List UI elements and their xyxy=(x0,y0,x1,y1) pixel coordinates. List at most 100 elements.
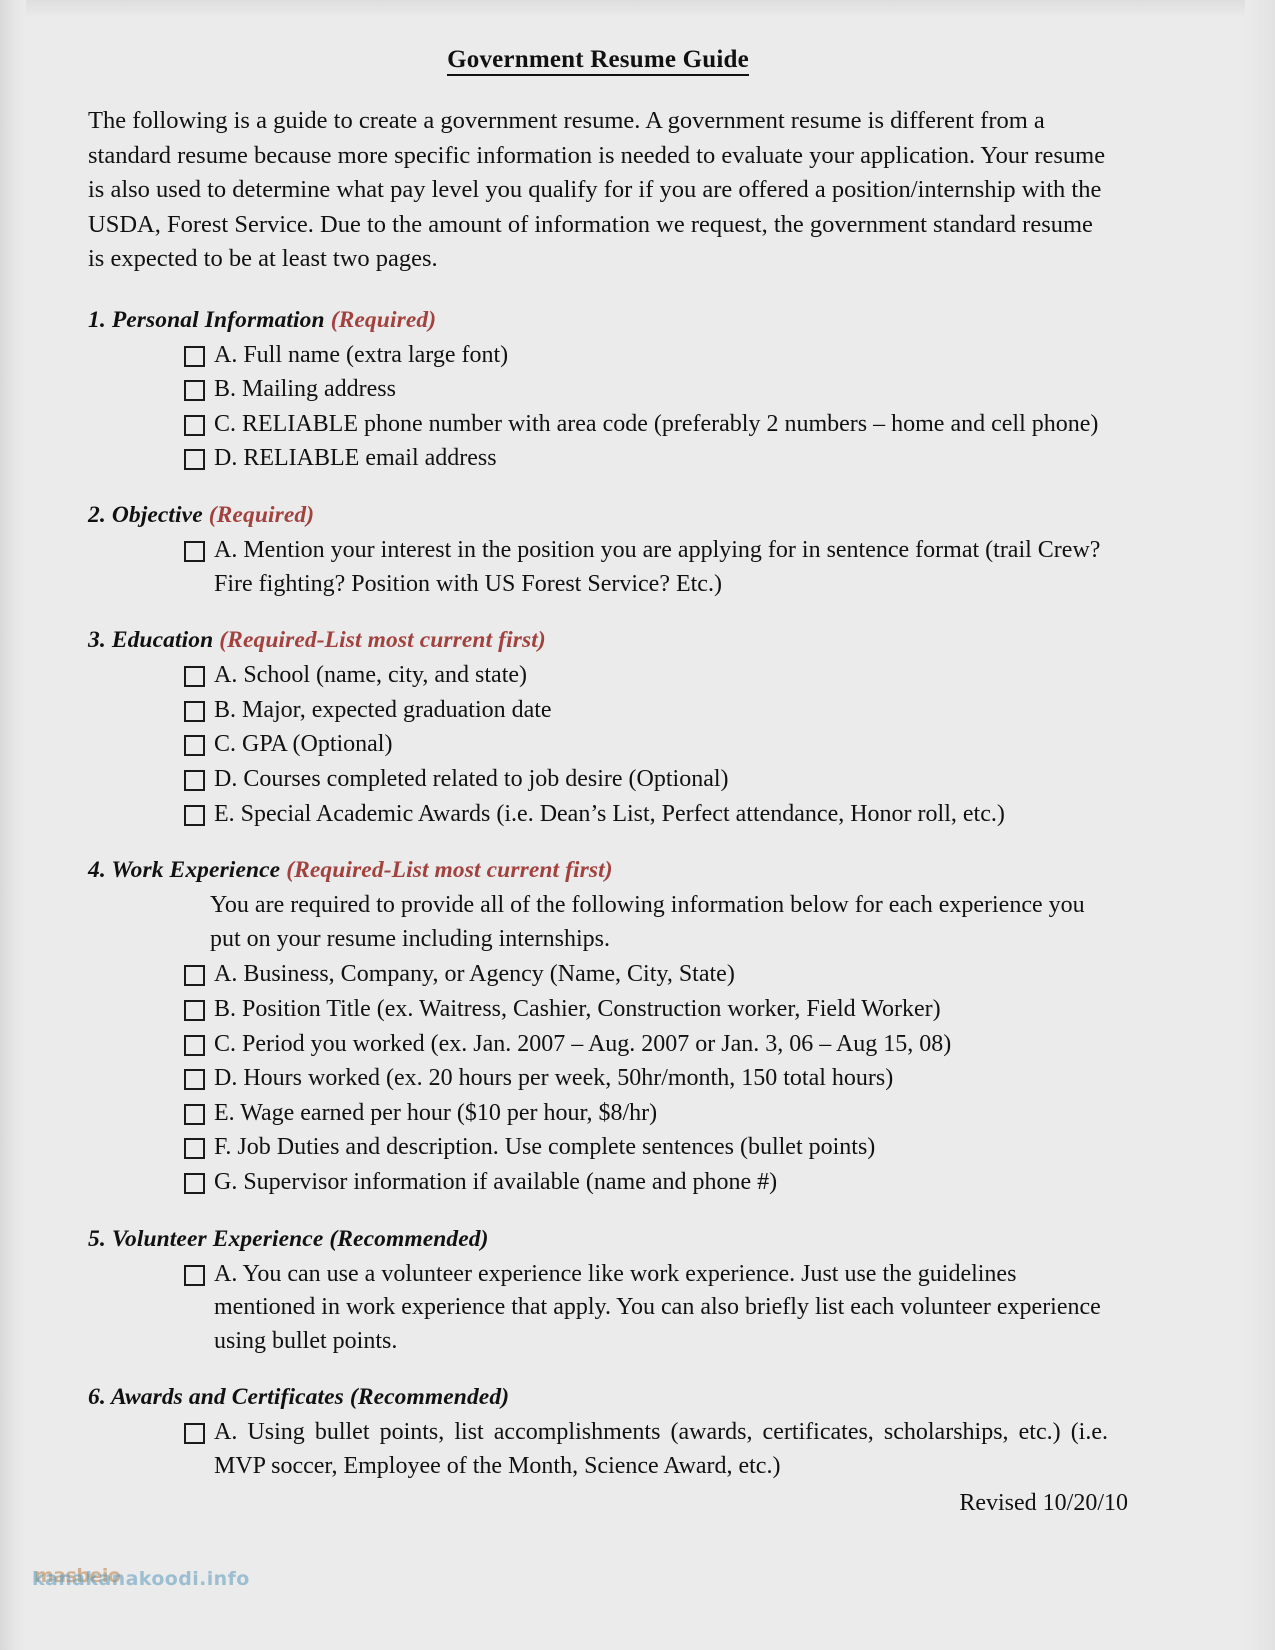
checkbox-icon[interactable] xyxy=(184,700,205,722)
checklist-item-label: E. Wage earned per hour ($10 per hour, $… xyxy=(214,1099,658,1126)
checklist-item[interactable]: A. Full name (extra large font) xyxy=(88,339,1108,373)
checklist-item-label: A. Mention your interest in the position… xyxy=(214,537,1101,597)
section-heading: 6. Awards and Certificates (Recommended) xyxy=(88,1384,1108,1411)
checklist: A. Using bullet points, list accomplishm… xyxy=(88,1416,1108,1483)
checklist-item-label: D. Hours worked (ex. 20 hours per week, … xyxy=(214,1065,894,1092)
checklist-item-label: F. Job Duties and description. Use compl… xyxy=(214,1134,876,1161)
checkbox-icon[interactable] xyxy=(184,1423,205,1445)
page-right-shading xyxy=(1245,0,1275,1650)
checkbox-icon[interactable] xyxy=(184,449,205,471)
section-heading: 5. Volunteer Experience (Recommended) xyxy=(88,1226,1108,1253)
section-title: Education xyxy=(111,627,214,654)
checklist-item-label: C. RELIABLE phone number with area code … xyxy=(214,410,1099,437)
section-qualifier: (Recommended) xyxy=(349,1384,510,1411)
checkbox-icon[interactable] xyxy=(184,380,205,402)
checklist-item-label: E. Special Academic Awards (i.e. Dean’s … xyxy=(214,800,1005,827)
checklist-item[interactable]: E. Special Academic Awards (i.e. Dean’s … xyxy=(88,798,1108,832)
checklist-item[interactable]: C. RELIABLE phone number with area code … xyxy=(88,408,1108,442)
checkbox-icon[interactable] xyxy=(184,770,205,791)
section: 3. Education (Required-List most current… xyxy=(88,627,1108,831)
section-heading: 3. Education (Required-List most current… xyxy=(88,627,1108,654)
checklist-item[interactable]: A. Mention your interest in the position… xyxy=(88,534,1108,601)
section-number: 5. xyxy=(88,1225,106,1252)
checklist-item-label: C. Period you worked (ex. Jan. 2007 – Au… xyxy=(214,1030,952,1057)
checkbox-icon[interactable] xyxy=(184,965,205,987)
checklist-item[interactable]: B. Major, expected graduation date xyxy=(88,694,1108,728)
section-heading: 4. Work Experience (Required-List most c… xyxy=(88,857,1108,884)
checkbox-icon[interactable] xyxy=(184,999,205,1021)
checklist-item[interactable]: C. Period you worked (ex. Jan. 2007 – Au… xyxy=(88,1028,1108,1062)
section: 5. Volunteer Experience (Recommended) A. … xyxy=(88,1226,1108,1359)
section-qualifier: (Required) xyxy=(208,502,315,529)
section-title: Awards and Certificates xyxy=(110,1384,344,1411)
page-title: Government Resume Guide xyxy=(88,46,1108,76)
checkbox-icon[interactable] xyxy=(184,345,205,367)
intro-paragraph: The following is a guide to create a gov… xyxy=(88,107,1106,273)
checklist-item-label: A. You can use a volunteer experience li… xyxy=(214,1260,1101,1354)
checklist-item-label: A. Full name (extra large font) xyxy=(214,341,509,368)
page-title-text: Government Resume Guide xyxy=(447,46,749,76)
section-number: 3. xyxy=(88,627,106,654)
section-title: Volunteer Experience xyxy=(111,1225,324,1252)
document-body: Government Resume Guide The following is… xyxy=(88,46,1108,1510)
page-left-shading xyxy=(0,0,26,1650)
checklist-item[interactable]: A. Using bullet points, list accomplishm… xyxy=(88,1416,1108,1483)
section-title: Work Experience xyxy=(111,857,281,884)
section-title: Objective xyxy=(111,502,203,529)
checklist-item-label: D. Courses completed related to job desi… xyxy=(214,766,729,792)
checklist-item[interactable]: D. Hours worked (ex. 20 hours per week, … xyxy=(88,1062,1108,1096)
section-qualifier: (Recommended) xyxy=(329,1225,489,1252)
checkbox-icon[interactable] xyxy=(184,1172,205,1194)
checklist-item[interactable]: B. Position Title (ex. Waitress, Cashier… xyxy=(88,993,1108,1027)
watermark-text-a: masbeio xyxy=(34,1565,121,1587)
checklist-item-label: B. Mailing address xyxy=(214,376,396,403)
checklist-item-label: B. Major, expected graduation date xyxy=(214,696,552,723)
checkbox-icon[interactable] xyxy=(184,666,205,688)
section-number: 6. xyxy=(88,1384,106,1411)
section-number: 1. xyxy=(88,306,106,333)
scan-watermark: masbeio kanakanakoodi.info xyxy=(32,1562,332,1602)
checkbox-icon[interactable] xyxy=(184,804,205,826)
checklist-item[interactable]: G. Supervisor information if available (… xyxy=(88,1166,1108,1200)
section-heading: 1. Personal Information (Required) xyxy=(88,307,1108,334)
section-note: You are required to provide all of the f… xyxy=(210,892,1085,952)
checklist-item[interactable]: D. RELIABLE email address xyxy=(88,442,1108,476)
checkbox-icon[interactable] xyxy=(184,414,205,436)
checklist-item-label: B. Position Title (ex. Waitress, Cashier… xyxy=(214,995,941,1022)
checklist: A. Full name (extra large font) B. Mailin… xyxy=(88,339,1108,476)
checklist: A. School (name, city, and state) B. Majo… xyxy=(88,659,1108,831)
checklist-item[interactable]: F. Job Duties and description. Use compl… xyxy=(88,1131,1108,1165)
checklist-item-label: G. Supervisor information if available (… xyxy=(214,1168,778,1195)
checkbox-icon[interactable] xyxy=(184,1034,205,1056)
section-qualifier: (Required-List most current first) xyxy=(219,627,546,654)
checklist-item[interactable]: C. GPA (Optional) xyxy=(88,728,1108,762)
checklist-item[interactable]: A. Business, Company, or Agency (Name, C… xyxy=(88,958,1108,992)
checklist-item[interactable]: E. Wage earned per hour ($10 per hour, $… xyxy=(88,1097,1108,1131)
checklist-item[interactable]: D. Courses completed related to job desi… xyxy=(88,763,1108,797)
checkbox-icon[interactable] xyxy=(184,541,205,563)
checkbox-icon[interactable] xyxy=(184,1069,205,1091)
section-qualifier: (Required-List most current first) xyxy=(286,857,613,884)
checklist-item[interactable]: A. School (name, city, and state) xyxy=(88,659,1108,693)
section-qualifier: (Required) xyxy=(330,306,437,333)
checklist-item-label: A. Using bullet points, list accomplishm… xyxy=(214,1419,1108,1479)
section: 2. Objective (Required) A. Mention your i… xyxy=(88,502,1108,601)
checklist-item-label: A. School (name, city, and state) xyxy=(214,662,528,689)
watermark-text-b: kanakanakoodi.info xyxy=(32,1568,250,1590)
checkbox-icon[interactable] xyxy=(184,735,205,757)
checklist-item[interactable]: B. Mailing address xyxy=(88,373,1108,407)
checklist-item-label: D. RELIABLE email address xyxy=(214,445,497,472)
checklist: A. Mention your interest in the position… xyxy=(88,534,1108,601)
checklist: A. You can use a volunteer experience li… xyxy=(88,1258,1108,1359)
sections-container: 1. Personal Information (Required) A. Ful… xyxy=(88,307,1108,1484)
checklist-item[interactable]: A. You can use a volunteer experience li… xyxy=(88,1258,1108,1359)
checkbox-icon[interactable] xyxy=(184,1103,205,1125)
section: 6. Awards and Certificates (Recommended)… xyxy=(88,1384,1108,1483)
checkbox-icon[interactable] xyxy=(184,1264,205,1286)
section: 1. Personal Information (Required) A. Ful… xyxy=(88,307,1108,476)
checklist-item-label: A. Business, Company, or Agency (Name, C… xyxy=(214,961,735,988)
section-heading: 2. Objective (Required) xyxy=(88,502,1108,529)
section-number: 4. xyxy=(88,857,106,884)
checkbox-icon[interactable] xyxy=(184,1138,205,1160)
revision-footer: Revised 10/20/10 xyxy=(959,1490,1128,1516)
